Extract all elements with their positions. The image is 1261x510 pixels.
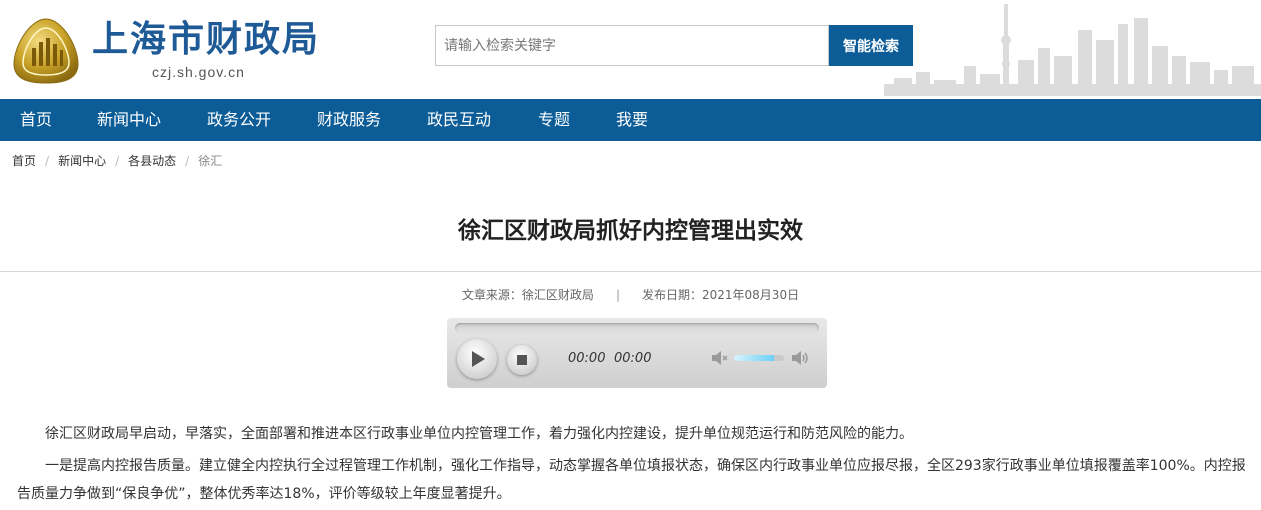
nav-item-services[interactable]: 财政服务 [317,99,381,141]
site-domain: czj.sh.gov.cn [152,64,245,80]
article-source: 徐汇区财政局 [521,288,594,302]
search-input[interactable] [435,25,829,66]
breadcrumb-news[interactable]: 新闻中心 [58,154,106,168]
source-label: 文章来源： [461,288,522,302]
meta-separator: | [615,288,620,302]
site-header: 上海市财政局 czj.sh.gov.cn 智能检索 [0,0,1261,99]
emblem-logo-icon[interactable] [10,16,82,86]
nav-item-interaction[interactable]: 政民互动 [427,99,491,141]
article-date: 2021年08月30日 [702,288,800,302]
nav-item-home[interactable]: 首页 [20,99,52,141]
site-title[interactable]: 上海市财政局 [92,18,320,62]
current-time: 00:00 [568,351,606,366]
audio-progress-bar[interactable] [455,323,819,333]
breadcrumb-separator: / [45,154,50,168]
nav-item-news[interactable]: 新闻中心 [97,99,161,141]
date-label: 发布日期： [641,288,702,302]
breadcrumb-separator: / [185,154,190,168]
article-meta: 文章来源：徐汇区财政局 | 发布日期：2021年08月30日 [0,286,1261,304]
nav-item-i-want[interactable]: 我要 [616,99,648,141]
play-icon[interactable] [457,339,497,379]
breadcrumb-current: 徐汇 [198,154,223,168]
breadcrumb-county-news[interactable]: 各县动态 [128,154,176,168]
nav-item-topics[interactable]: 专题 [538,99,570,141]
article-title: 徐汇区财政局抓好内控管理出实效 [458,218,803,244]
audio-player: 00:00 00:00 [447,318,827,388]
volume-slider[interactable] [734,355,784,361]
volume-level [734,355,774,361]
title-divider [0,271,1261,272]
skyline-graphic-icon [884,4,1261,96]
breadcrumb-separator: / [115,154,120,168]
nav-item-gov-info[interactable]: 政务公开 [207,99,271,141]
volume-up-icon[interactable] [790,348,810,368]
article-paragraph: 徐汇区财政局早启动，早落实，全面部署和推进本区行政事业单位内控管理工作，着力强化… [45,426,913,442]
stop-icon[interactable] [507,345,537,375]
article-paragraph: 一是提高内控报告质量。建立健全内控执行全过程管理工作机制，强化工作指导，动态掌握… [17,458,1246,502]
volume-mute-icon[interactable] [710,348,730,368]
breadcrumb: 首页 / 新闻中心 / 各县动态 / 徐汇 [12,152,222,170]
duration-time: 00:00 [614,351,652,366]
breadcrumb-home[interactable]: 首页 [12,154,36,168]
main-nav: 首页 新闻中心 政务公开 财政服务 政民互动 专题 我要 [0,99,1261,141]
